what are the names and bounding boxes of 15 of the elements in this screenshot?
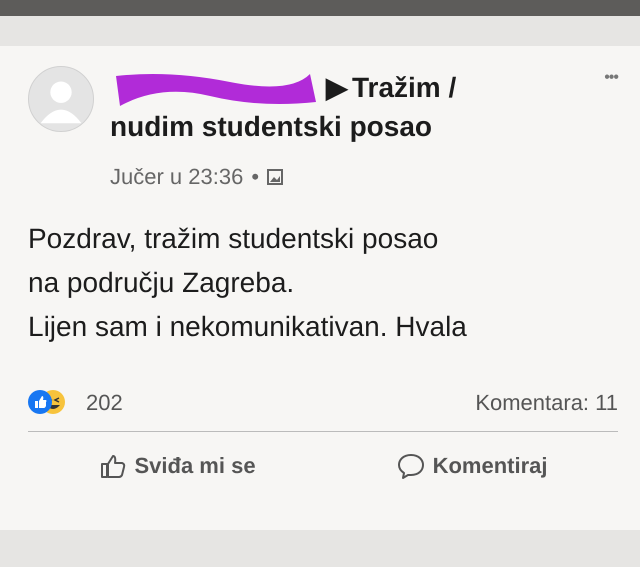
image-icon <box>267 168 284 184</box>
post-text-line: na području Zagreba. <box>28 266 296 300</box>
reaction-count[interactable]: 202 <box>86 386 123 418</box>
post-time[interactable]: Jučer u 23:36 <box>110 160 244 193</box>
separator-dot: • <box>251 163 260 191</box>
speech-bubble-icon <box>396 452 425 480</box>
post-text-line: Pozdrav, tražim studentski posao <box>28 222 440 256</box>
more-menu[interactable]: ••• <box>604 66 618 90</box>
like-button[interactable]: Sviđa mi se <box>92 448 262 483</box>
group-title[interactable]: Tražim / <box>352 71 456 105</box>
comment-count[interactable]: Komentara: 11 <box>475 386 618 418</box>
comment-button[interactable]: Komentiraj <box>390 448 554 483</box>
arrow-text: ▶ <box>326 71 348 105</box>
post-text-line: Lijen sam i nekomunikativan. Hvala <box>28 310 468 344</box>
group-title[interactable]: nudim studentski posao <box>110 110 588 144</box>
